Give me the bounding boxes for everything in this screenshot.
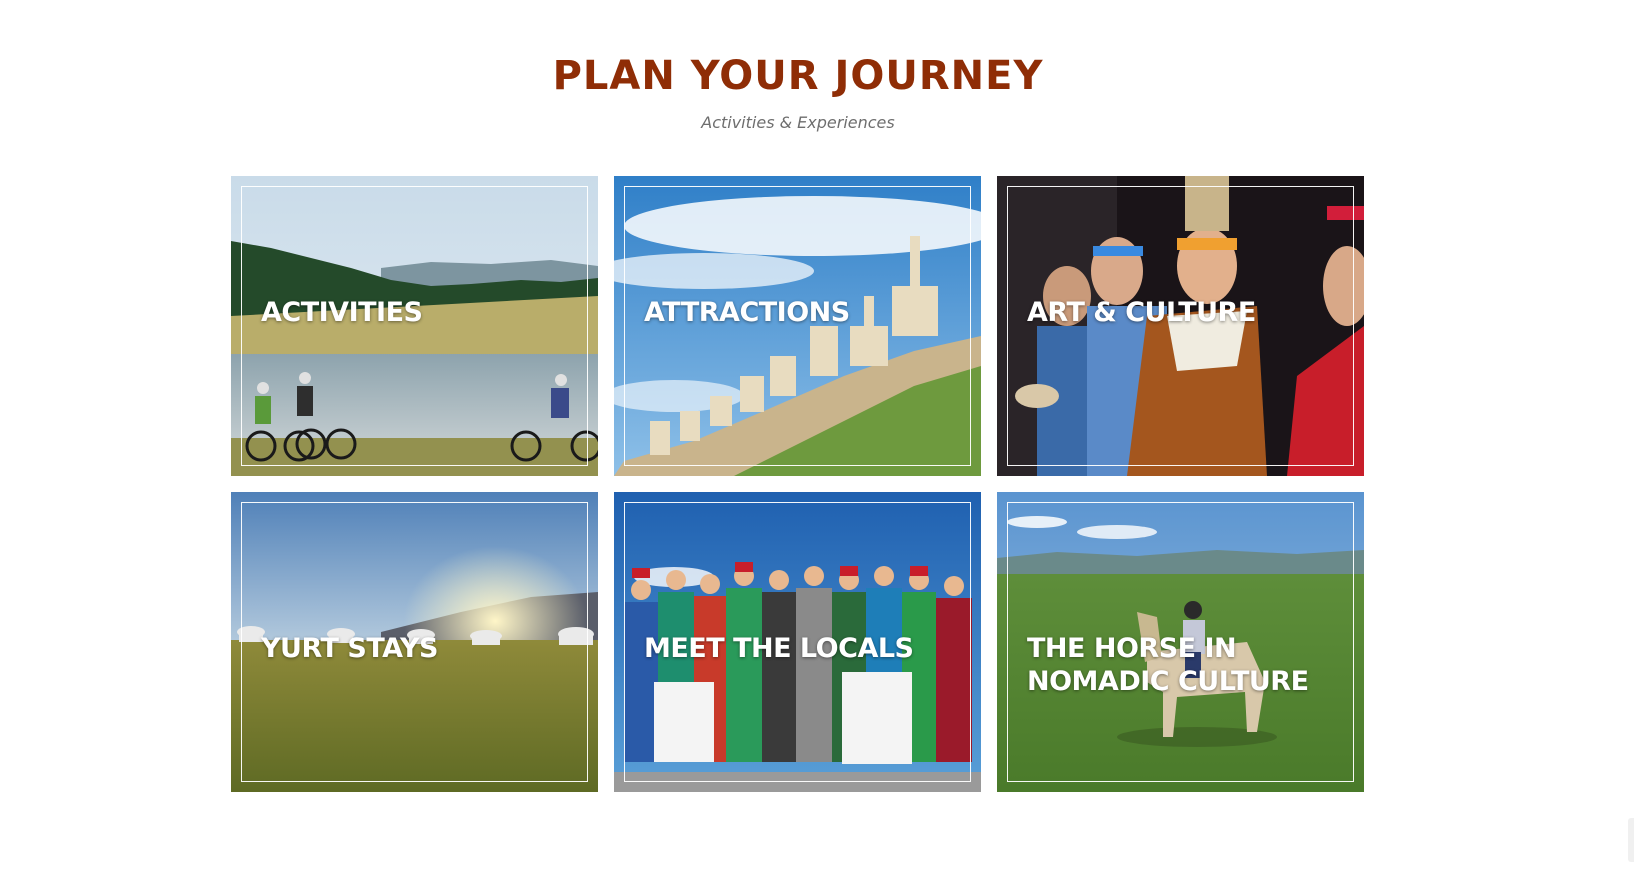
scrollbar-edge[interactable]	[1628, 818, 1634, 862]
card-attractions[interactable]: ATTRACTIONS	[614, 176, 981, 476]
page-subtitle: Activities & Experiences	[701, 113, 895, 132]
page: PLAN YOUR JOURNEY Activities & Experienc…	[0, 0, 1634, 890]
card-label: ACTIVITIES	[261, 297, 423, 328]
section-header: PLAN YOUR JOURNEY Activities & Experienc…	[0, 50, 1596, 132]
journey-grid: ACTIVITIES ATTRACTIONS ART & CULTURE YUR…	[231, 176, 1365, 792]
page-title: PLAN YOUR JOURNEY	[552, 53, 1044, 99]
card-horse-nomadic-culture[interactable]: THE HORSE IN NOMADIC CULTURE	[997, 492, 1364, 792]
card-label: THE HORSE IN NOMADIC CULTURE	[1027, 633, 1309, 697]
card-meet-the-locals[interactable]: MEET THE LOCALS	[614, 492, 981, 792]
card-label: ATTRACTIONS	[644, 297, 850, 328]
card-label: ART & CULTURE	[1027, 297, 1256, 328]
card-yurt-stays[interactable]: YURT STAYS	[231, 492, 598, 792]
card-art-culture[interactable]: ART & CULTURE	[997, 176, 1364, 476]
card-activities[interactable]: ACTIVITIES	[231, 176, 598, 476]
card-label: MEET THE LOCALS	[644, 633, 914, 664]
card-label: YURT STAYS	[261, 633, 438, 664]
